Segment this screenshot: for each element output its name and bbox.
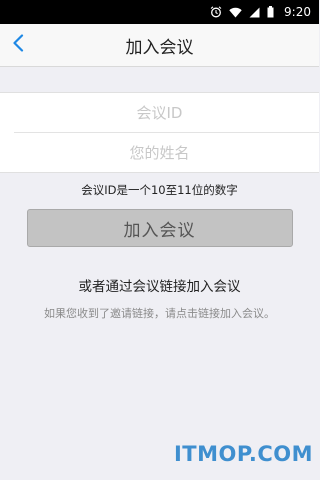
battery-icon: [267, 6, 274, 18]
app-screen: 9:20 加入会议 会议ID是一个10至11位的数字 加入会议 或者通过会议链接…: [0, 0, 319, 480]
name-input[interactable]: [0, 132, 319, 173]
alarm-icon: [210, 6, 222, 18]
page-title: 加入会议: [125, 37, 194, 58]
title-bar: 加入会议: [0, 24, 319, 67]
wifi-icon: [229, 7, 242, 18]
name-row: [0, 132, 319, 173]
back-button[interactable]: [4, 24, 32, 66]
watermark-logo: ITMOP.COM: [173, 442, 313, 466]
join-by-link-title: 或者通过会议链接加入会议: [78, 279, 241, 295]
status-bar: 9:20: [0, 0, 319, 24]
status-time: 9:20: [284, 5, 311, 19]
chevron-left-icon: [12, 34, 24, 56]
signal-icon: [249, 7, 260, 18]
join-form-card: [0, 92, 319, 173]
meeting-id-input[interactable]: [0, 92, 319, 133]
join-meeting-button[interactable]: 加入会议: [26, 209, 293, 247]
meeting-id-row: [0, 92, 319, 133]
meeting-id-hint: 会议ID是一个10至11位的数字: [81, 183, 238, 197]
join-by-link-description: 如果您收到了邀请链接，请点击链接加入会议。: [44, 307, 275, 320]
